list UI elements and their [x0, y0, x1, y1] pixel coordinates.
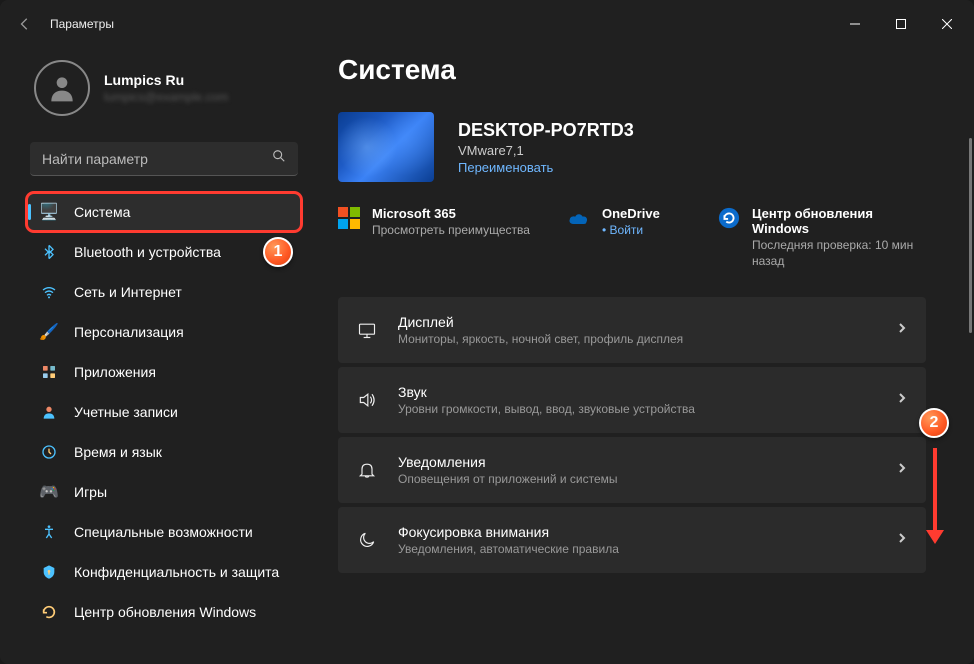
shield-icon [40, 563, 58, 581]
bell-icon [356, 459, 378, 481]
sidebar-item-label: Bluetooth и устройства [74, 244, 221, 260]
setting-desc: Мониторы, яркость, ночной свет, профиль … [398, 332, 876, 346]
sidebar-item-gaming[interactable]: 🎮 Игры [28, 474, 300, 510]
setting-desc: Уровни громкости, вывод, ввод, звуковые … [398, 402, 876, 416]
bluetooth-icon [40, 243, 58, 261]
scrollbar[interactable] [969, 138, 972, 333]
minimize-button[interactable] [832, 6, 878, 42]
setting-desc: Оповещения от приложений и системы [398, 472, 876, 486]
chevron-right-icon [896, 321, 908, 339]
setting-display[interactable]: Дисплей Мониторы, яркость, ночной свет, … [338, 297, 926, 363]
page-title: Система [338, 54, 954, 86]
sidebar-item-accounts[interactable]: Учетные записи [28, 394, 300, 430]
device-wallpaper-thumb [338, 112, 434, 182]
back-button[interactable] [18, 17, 32, 31]
sidebar-item-label: Учетные записи [74, 404, 178, 420]
device-summary: DESKTOP-PO7RTD3 VMware7,1 Переименовать [338, 112, 954, 182]
sidebar-item-label: Специальные возможности [74, 524, 253, 540]
sidebar-item-label: Игры [74, 484, 107, 500]
search-field[interactable] [42, 151, 272, 167]
setting-title: Фокусировка внимания [398, 524, 876, 540]
settings-list: Дисплей Мониторы, яркость, ночной свет, … [338, 297, 954, 593]
maximize-button[interactable] [878, 6, 924, 42]
setting-title: Звук [398, 384, 876, 400]
ms365-icon [338, 207, 360, 229]
service-onedrive[interactable]: OneDrive Войти [568, 206, 718, 269]
device-model: VMware7,1 [458, 143, 634, 158]
chevron-right-icon [896, 391, 908, 409]
sidebar-item-label: Приложения [74, 364, 156, 380]
service-ms365[interactable]: Microsoft 365 Просмотреть преимущества [338, 206, 568, 269]
setting-desc: Уведомления, автоматические правила [398, 542, 876, 556]
sidebar-item-personalization[interactable]: 🖌️ Персонализация [28, 314, 300, 350]
setting-focus-assist[interactable]: Фокусировка внимания Уведомления, автома… [338, 507, 926, 573]
account-email: lumpics@example.com [104, 90, 228, 104]
chevron-right-icon [896, 531, 908, 549]
onedrive-icon [568, 207, 590, 229]
sidebar-item-network[interactable]: Сеть и Интернет [28, 274, 300, 310]
service-title: OneDrive [602, 206, 660, 221]
account-block[interactable]: Lumpics Ru lumpics@example.com [28, 52, 300, 134]
sidebar-item-system[interactable]: 🖥️ Система [28, 194, 300, 230]
close-button[interactable] [924, 6, 970, 42]
sidebar-item-privacy[interactable]: Конфиденциальность и защита [28, 554, 300, 590]
clock-language-icon [40, 443, 58, 461]
search-input[interactable] [30, 142, 298, 176]
display-icon [356, 319, 378, 341]
setting-title: Уведомления [398, 454, 876, 470]
search-icon [272, 149, 286, 168]
setting-sound[interactable]: Звук Уровни громкости, вывод, ввод, звук… [338, 367, 926, 433]
sidebar-item-time-language[interactable]: Время и язык [28, 434, 300, 470]
window-title: Параметры [50, 17, 114, 31]
windows-update-circle-icon [718, 207, 740, 229]
sidebar: Lumpics Ru lumpics@example.com 🖥️ Систем… [0, 48, 308, 664]
annotation-badge-2: 2 [919, 408, 949, 438]
accessibility-icon [40, 523, 58, 541]
account-icon [40, 403, 58, 421]
service-title: Центр обновления Windows [752, 206, 924, 236]
annotation-badge-1: 1 [263, 237, 293, 267]
service-title: Microsoft 365 [372, 206, 530, 221]
wifi-icon [40, 283, 58, 301]
service-sub: Просмотреть преимущества [372, 223, 530, 239]
sidebar-item-accessibility[interactable]: Специальные возможности [28, 514, 300, 550]
sidebar-nav: 🖥️ Система Bluetooth и устройства Сеть и… [28, 194, 300, 630]
account-name: Lumpics Ru [104, 72, 228, 88]
rename-link[interactable]: Переименовать [458, 160, 634, 175]
windows-update-icon [40, 603, 58, 621]
apps-icon [40, 363, 58, 381]
sidebar-item-label: Центр обновления Windows [74, 604, 256, 620]
sidebar-item-bluetooth[interactable]: Bluetooth и устройства [28, 234, 300, 270]
sidebar-item-label: Персонализация [74, 324, 184, 340]
service-summary: Microsoft 365 Просмотреть преимущества O… [338, 206, 954, 269]
monitor-icon: 🖥️ [40, 203, 58, 221]
sidebar-item-windows-update[interactable]: Центр обновления Windows [28, 594, 300, 630]
sidebar-item-label: Конфиденциальность и защита [74, 564, 279, 580]
paintbrush-icon: 🖌️ [40, 323, 58, 341]
device-name: DESKTOP-PO7RTD3 [458, 120, 634, 141]
moon-icon [356, 529, 378, 551]
chevron-right-icon [896, 461, 908, 479]
main-panel: Система DESKTOP-PO7RTD3 VMware7,1 Переим… [308, 48, 974, 664]
titlebar: Параметры [0, 0, 974, 48]
service-link[interactable]: Войти [602, 223, 660, 237]
gamepad-icon: 🎮 [40, 483, 58, 501]
sound-icon [356, 389, 378, 411]
setting-notifications[interactable]: Уведомления Оповещения от приложений и с… [338, 437, 926, 503]
service-sub: Последняя проверка: 10 мин назад [752, 238, 924, 269]
sidebar-item-label: Время и язык [74, 444, 162, 460]
sidebar-item-apps[interactable]: Приложения [28, 354, 300, 390]
annotation-scroll-arrow [928, 448, 942, 544]
avatar [34, 60, 90, 116]
service-windows-update[interactable]: Центр обновления Windows Последняя прове… [718, 206, 954, 269]
sidebar-item-label: Сеть и Интернет [74, 284, 182, 300]
setting-title: Дисплей [398, 314, 876, 330]
sidebar-item-label: Система [74, 204, 130, 220]
